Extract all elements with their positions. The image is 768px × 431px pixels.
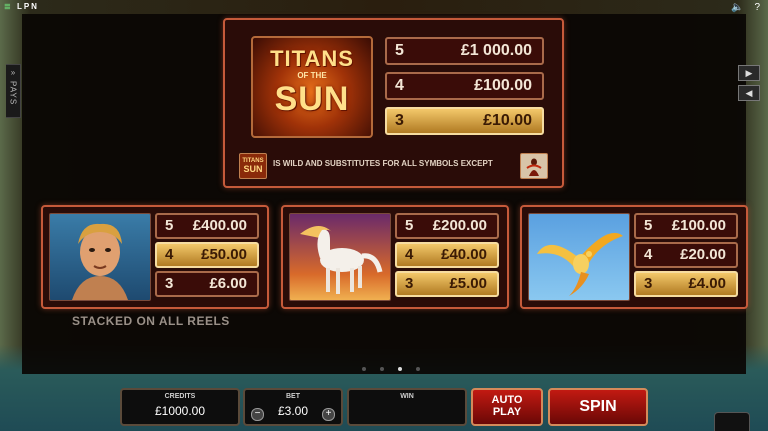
bet-increase-button[interactable]: + bbox=[322, 408, 335, 421]
page-dot[interactable] bbox=[416, 367, 420, 371]
pay-count: 3 bbox=[405, 275, 414, 292]
play-right-icon: ▶ bbox=[745, 68, 753, 78]
page-dot-active[interactable] bbox=[398, 367, 402, 371]
bet-label: BET bbox=[286, 393, 300, 400]
autoplay-button[interactable]: AUTO PLAY bbox=[471, 388, 543, 426]
pay-value: £40.00 bbox=[441, 246, 487, 263]
pay-row: 4 £20.00 bbox=[634, 242, 738, 268]
brand-bar: ≣ LPN bbox=[4, 2, 39, 11]
pay-value: £50.00 bbox=[201, 246, 247, 263]
pay-row-highlighted: 4 £50.00 bbox=[155, 242, 259, 268]
pay-row: 4 £100.00 bbox=[385, 72, 544, 100]
top-right-controls: 🔈 ? bbox=[723, 2, 760, 13]
help-button[interactable]: ? bbox=[754, 2, 760, 13]
pay-count: 4 bbox=[165, 246, 174, 263]
wild-symbol-icon: TITANS SUN bbox=[239, 153, 267, 179]
wild-text: IS WILD AND SUBSTITUTES FOR ALL SYMBOLS … bbox=[273, 159, 493, 168]
wild-paytable-panel: TITANS OF THE SUN 5 £1 000.00 4 £100.00 … bbox=[223, 18, 564, 188]
credits-value: £1000.00 bbox=[154, 404, 206, 418]
pay-count: 4 bbox=[405, 246, 414, 263]
pay-row: 5 £200.00 bbox=[395, 213, 499, 239]
page-dot[interactable] bbox=[380, 367, 384, 371]
pay-value: £20.00 bbox=[680, 246, 726, 263]
brand-letter: L bbox=[16, 2, 24, 11]
pay-value: £100.00 bbox=[474, 77, 532, 94]
pay-row: 5 £100.00 bbox=[634, 213, 738, 239]
pay-count: 5 bbox=[405, 217, 414, 234]
horse-icon bbox=[289, 213, 391, 301]
pay-value: £4.00 bbox=[688, 275, 726, 292]
pay-count: 3 bbox=[395, 112, 404, 129]
logo-line-3: SUN bbox=[274, 80, 350, 118]
titans-of-the-sun-logo: TITANS OF THE SUN bbox=[251, 36, 373, 138]
stacked-note: STACKED ON ALL REELS bbox=[72, 314, 230, 328]
pay-row-highlighted: 3 £10.00 bbox=[385, 107, 544, 135]
pay-row-highlighted: 3 £4.00 bbox=[634, 271, 738, 297]
credits-label: CREDITS bbox=[164, 393, 196, 400]
settings-tab[interactable] bbox=[714, 412, 750, 431]
control-bar: CREDITS £1000.00 BET £3.00 − + WIN AUTO … bbox=[0, 384, 768, 431]
wild-icon-line-2: SUN bbox=[243, 164, 263, 174]
phoenix-icon bbox=[528, 213, 630, 301]
pay-count: 4 bbox=[644, 246, 653, 263]
pay-value: £200.00 bbox=[432, 217, 487, 234]
pay-count: 5 bbox=[644, 217, 653, 234]
spin-button[interactable]: SPIN bbox=[548, 388, 648, 426]
logo-line-1: TITANS bbox=[270, 46, 354, 71]
prev-page-button[interactable]: ◀ bbox=[738, 85, 760, 101]
logo-line-2: OF THE bbox=[297, 71, 327, 80]
page-dot[interactable] bbox=[362, 367, 366, 371]
autoplay-label-2: PLAY bbox=[492, 406, 522, 418]
pay-row: 5 £1 000.00 bbox=[385, 37, 544, 65]
spin-label: SPIN bbox=[579, 398, 617, 415]
page-indicator bbox=[362, 358, 434, 376]
credits-display: CREDITS £1000.00 bbox=[120, 388, 240, 426]
pay-count: 5 bbox=[165, 217, 174, 234]
symbol-paytable-panel: 5 £400.00 4 £50.00 3 £6.00 bbox=[41, 205, 269, 309]
pay-value: £5.00 bbox=[449, 275, 487, 292]
pay-count: 5 bbox=[395, 42, 404, 59]
pay-value: £400.00 bbox=[192, 217, 247, 234]
pay-count: 4 bbox=[395, 77, 404, 94]
pay-row: 3 £6.00 bbox=[155, 271, 259, 297]
scatter-symbol-icon bbox=[520, 153, 548, 179]
win-display: WIN bbox=[347, 388, 467, 426]
titan-icon bbox=[49, 213, 151, 301]
pay-count: 3 bbox=[644, 275, 653, 292]
bet-decrease-button[interactable]: − bbox=[251, 408, 264, 421]
pay-count: 3 bbox=[165, 275, 174, 292]
pay-value: £100.00 bbox=[671, 217, 726, 234]
brand-letter: N bbox=[31, 2, 39, 11]
pays-tab-label: PAYS bbox=[8, 81, 18, 106]
pay-value: £1 000.00 bbox=[460, 42, 532, 59]
autoplay-label-1: AUTO bbox=[491, 394, 523, 406]
next-page-button[interactable]: ▶ bbox=[738, 65, 760, 81]
menu-icon[interactable]: ≣ bbox=[4, 2, 13, 11]
symbol-paytable-panel: 5 £200.00 4 £40.00 3 £5.00 bbox=[281, 205, 509, 309]
pay-value: £10.00 bbox=[483, 112, 532, 129]
symbol-paytable-panel: 5 £100.00 4 £20.00 3 £4.00 bbox=[520, 205, 748, 309]
pays-tab[interactable]: » PAYS bbox=[6, 64, 21, 118]
speaker-icon[interactable]: 🔈 bbox=[731, 2, 743, 13]
wild-description: TITANS SUN IS WILD AND SUBSTITUTES FOR A… bbox=[239, 153, 548, 179]
play-left-icon: ◀ bbox=[745, 88, 753, 98]
pay-row-highlighted: 3 £5.00 bbox=[395, 271, 499, 297]
double-chevron-icon: » bbox=[10, 68, 16, 77]
pay-value: £6.00 bbox=[209, 275, 247, 292]
bet-display: BET £3.00 − + bbox=[243, 388, 343, 426]
win-label: WIN bbox=[400, 393, 414, 400]
pay-row: 5 £400.00 bbox=[155, 213, 259, 239]
pay-row-highlighted: 4 £40.00 bbox=[395, 242, 499, 268]
